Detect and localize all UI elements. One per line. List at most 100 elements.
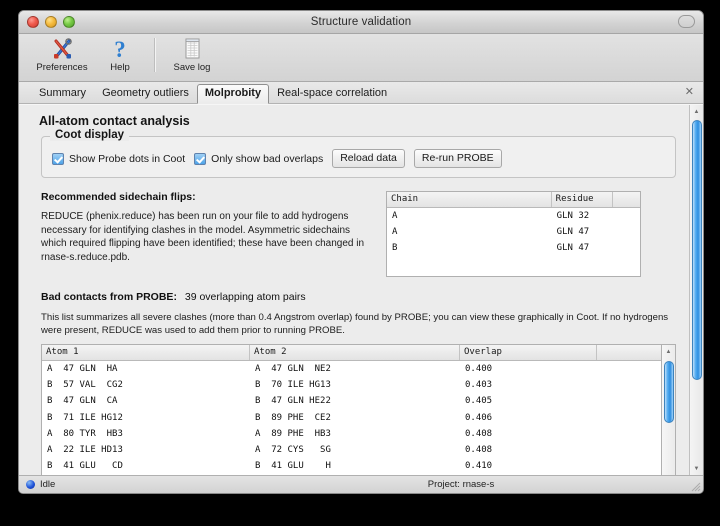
bad-contacts-heading: Bad contacts from PROBE: 39 overlapping … bbox=[41, 291, 676, 303]
cell-atom-2: A 89 PHE HB3 bbox=[250, 426, 460, 442]
cell-overlap: 0.405 bbox=[460, 393, 597, 409]
cell-chain: B bbox=[387, 240, 552, 256]
column-header-overlap[interactable]: Overlap bbox=[460, 345, 597, 360]
cell-residue: GLN 47 bbox=[552, 224, 614, 240]
table-row[interactable]: B 57 VAL CG2B 70 ILE HG130.403 bbox=[42, 377, 661, 393]
close-tab-icon[interactable]: ✕ bbox=[685, 85, 694, 98]
cell-atom-1: B 41 GLU CD bbox=[42, 458, 250, 474]
scroll-up-icon[interactable]: ▲ bbox=[662, 345, 675, 358]
cell-spacer bbox=[613, 224, 640, 240]
scrollbar-thumb[interactable] bbox=[664, 361, 674, 423]
cell-atom-1: B 47 GLN CA bbox=[42, 393, 250, 409]
close-window-button[interactable] bbox=[27, 16, 39, 28]
checkbox-checked-icon[interactable] bbox=[52, 153, 64, 165]
sidechain-flips-text: Recommended sidechain flips: REDUCE (phe… bbox=[41, 191, 376, 264]
column-header-spacer[interactable] bbox=[613, 192, 640, 207]
preferences-button[interactable]: Preferences bbox=[33, 36, 91, 73]
only-bad-overlaps-checkbox[interactable]: Only show bad overlaps bbox=[194, 153, 323, 165]
cell-atom-1: A 47 GLN HA bbox=[42, 361, 250, 377]
table-row[interactable]: B 71 ILE HG12B 89 PHE CE20.406 bbox=[42, 410, 661, 426]
scroll-up-icon[interactable]: ▲ bbox=[690, 105, 703, 118]
cell-spacer bbox=[613, 208, 640, 224]
toolbar-toggle-button[interactable] bbox=[678, 15, 695, 28]
table-row[interactable]: B 41 GLU CDB 41 GLU H0.410 bbox=[42, 458, 661, 474]
sidechain-flips-table[interactable]: Chain Residue A GLN 32 A GLN 47 bbox=[386, 191, 641, 277]
tab-geometry-outliers[interactable]: Geometry outliers bbox=[94, 84, 197, 103]
tab-real-space-correlation[interactable]: Real-space correlation bbox=[269, 84, 395, 103]
checkbox-checked-icon[interactable] bbox=[194, 153, 206, 165]
cell-spacer bbox=[597, 458, 659, 474]
scroll-down-icon[interactable]: ▼ bbox=[690, 462, 703, 475]
bad-contacts-label: Bad contacts from PROBE: bbox=[41, 291, 177, 303]
cell-atom-1: A 80 TYR HB3 bbox=[42, 426, 250, 442]
cell-spacer bbox=[597, 410, 659, 426]
cell-atom-1: A 22 ILE HD13 bbox=[42, 442, 250, 458]
sidechain-flips-heading: Recommended sidechain flips: bbox=[41, 191, 376, 203]
table-row[interactable]: B 47 GLN CAB 47 GLN HE220.405 bbox=[42, 393, 661, 409]
sidechain-flips-section: Recommended sidechain flips: REDUCE (phe… bbox=[41, 191, 676, 277]
status-text: Idle bbox=[40, 479, 55, 490]
table-row[interactable]: A 22 ILE HD13A 72 CYS SG0.408 bbox=[42, 442, 661, 458]
save-log-button[interactable]: Save log bbox=[163, 36, 221, 73]
title-bar[interactable]: Structure validation bbox=[19, 11, 703, 34]
cell-overlap: 0.400 bbox=[460, 361, 597, 377]
cell-atom-2: B 47 GLN HE22 bbox=[250, 393, 460, 409]
save-log-button-label: Save log bbox=[174, 62, 211, 73]
show-probe-dots-checkbox[interactable]: Show Probe dots in Coot bbox=[52, 153, 185, 165]
table-row[interactable]: A GLN 32 bbox=[387, 208, 640, 224]
cell-atom-1: B 57 VAL CG2 bbox=[42, 377, 250, 393]
column-header-spacer[interactable] bbox=[597, 345, 659, 360]
content-area: All-atom contact analysis Coot display S… bbox=[19, 104, 703, 475]
svg-text:?: ? bbox=[114, 37, 126, 61]
bad-contacts-table-wrap: Atom 1 Atom 2 Overlap A 47 GLN HAA 47 GL… bbox=[41, 344, 676, 475]
tab-molprobity[interactable]: Molprobity bbox=[197, 84, 269, 104]
preferences-button-label: Preferences bbox=[36, 62, 87, 73]
status-bar: Idle Project: rnase-s bbox=[19, 475, 703, 493]
cell-overlap: 0.410 bbox=[460, 458, 597, 474]
preferences-tools-icon bbox=[50, 36, 75, 61]
table-row[interactable]: B GLN 47 bbox=[387, 240, 640, 256]
column-header-atom-2[interactable]: Atom 2 bbox=[250, 345, 460, 360]
status-indicator-icon bbox=[26, 480, 35, 489]
cell-chain: A bbox=[387, 208, 552, 224]
coot-display-group: Coot display Show Probe dots in Coot Onl… bbox=[41, 136, 676, 178]
toolbar-separator bbox=[154, 38, 156, 72]
scrollbar-thumb[interactable] bbox=[692, 120, 702, 380]
only-bad-overlaps-label: Only show bad overlaps bbox=[211, 153, 323, 165]
cell-spacer bbox=[613, 240, 640, 256]
zoom-window-button[interactable] bbox=[63, 16, 75, 28]
panel-scrollbar[interactable]: ▲ ▼ bbox=[689, 105, 703, 475]
window-controls bbox=[27, 16, 75, 28]
reload-data-button[interactable]: Reload data bbox=[332, 149, 405, 168]
save-log-document-icon bbox=[181, 36, 203, 61]
bad-contacts-description: This list summarizes all severe clashes … bbox=[41, 311, 676, 337]
resize-grip-icon[interactable] bbox=[689, 480, 701, 492]
column-header-chain[interactable]: Chain bbox=[387, 192, 552, 207]
table-row[interactable]: A 47 GLN HAA 47 GLN NE20.400 bbox=[42, 361, 661, 377]
help-button[interactable]: ? Help bbox=[91, 36, 149, 73]
column-header-atom-1[interactable]: Atom 1 bbox=[42, 345, 250, 360]
cell-atom-2: A 47 GLN NE2 bbox=[250, 361, 460, 377]
project-label: Project: rnase-s bbox=[219, 479, 703, 490]
cell-spacer bbox=[597, 442, 659, 458]
bad-contacts-scrollbar[interactable]: ▲ ▼ bbox=[662, 344, 676, 475]
minimize-window-button[interactable] bbox=[45, 16, 57, 28]
coot-display-title: Coot display bbox=[50, 129, 129, 141]
tab-summary[interactable]: Summary bbox=[31, 84, 94, 103]
cell-atom-1: B 71 ILE HG12 bbox=[42, 410, 250, 426]
bad-contacts-table[interactable]: Atom 1 Atom 2 Overlap A 47 GLN HAA 47 GL… bbox=[41, 344, 662, 475]
column-header-residue[interactable]: Residue bbox=[552, 192, 614, 207]
table-row[interactable]: A 80 TYR HB3A 89 PHE HB30.408 bbox=[42, 426, 661, 442]
bad-contacts-count: 39 overlapping atom pairs bbox=[185, 291, 306, 303]
cell-chain: A bbox=[387, 224, 552, 240]
application-window: Structure validation Prefere bbox=[18, 10, 704, 494]
coot-display-controls: Show Probe dots in Coot Only show bad ov… bbox=[52, 149, 665, 168]
table-header-row: Atom 1 Atom 2 Overlap bbox=[42, 345, 661, 361]
table-row[interactable]: A GLN 47 bbox=[387, 224, 640, 240]
toolbar: Preferences ? Help bbox=[19, 34, 703, 82]
cell-spacer bbox=[597, 426, 659, 442]
cell-atom-2: A 72 CYS SG bbox=[250, 442, 460, 458]
rerun-probe-button[interactable]: Re-run PROBE bbox=[414, 149, 502, 168]
cell-spacer bbox=[597, 361, 659, 377]
cell-spacer bbox=[597, 393, 659, 409]
